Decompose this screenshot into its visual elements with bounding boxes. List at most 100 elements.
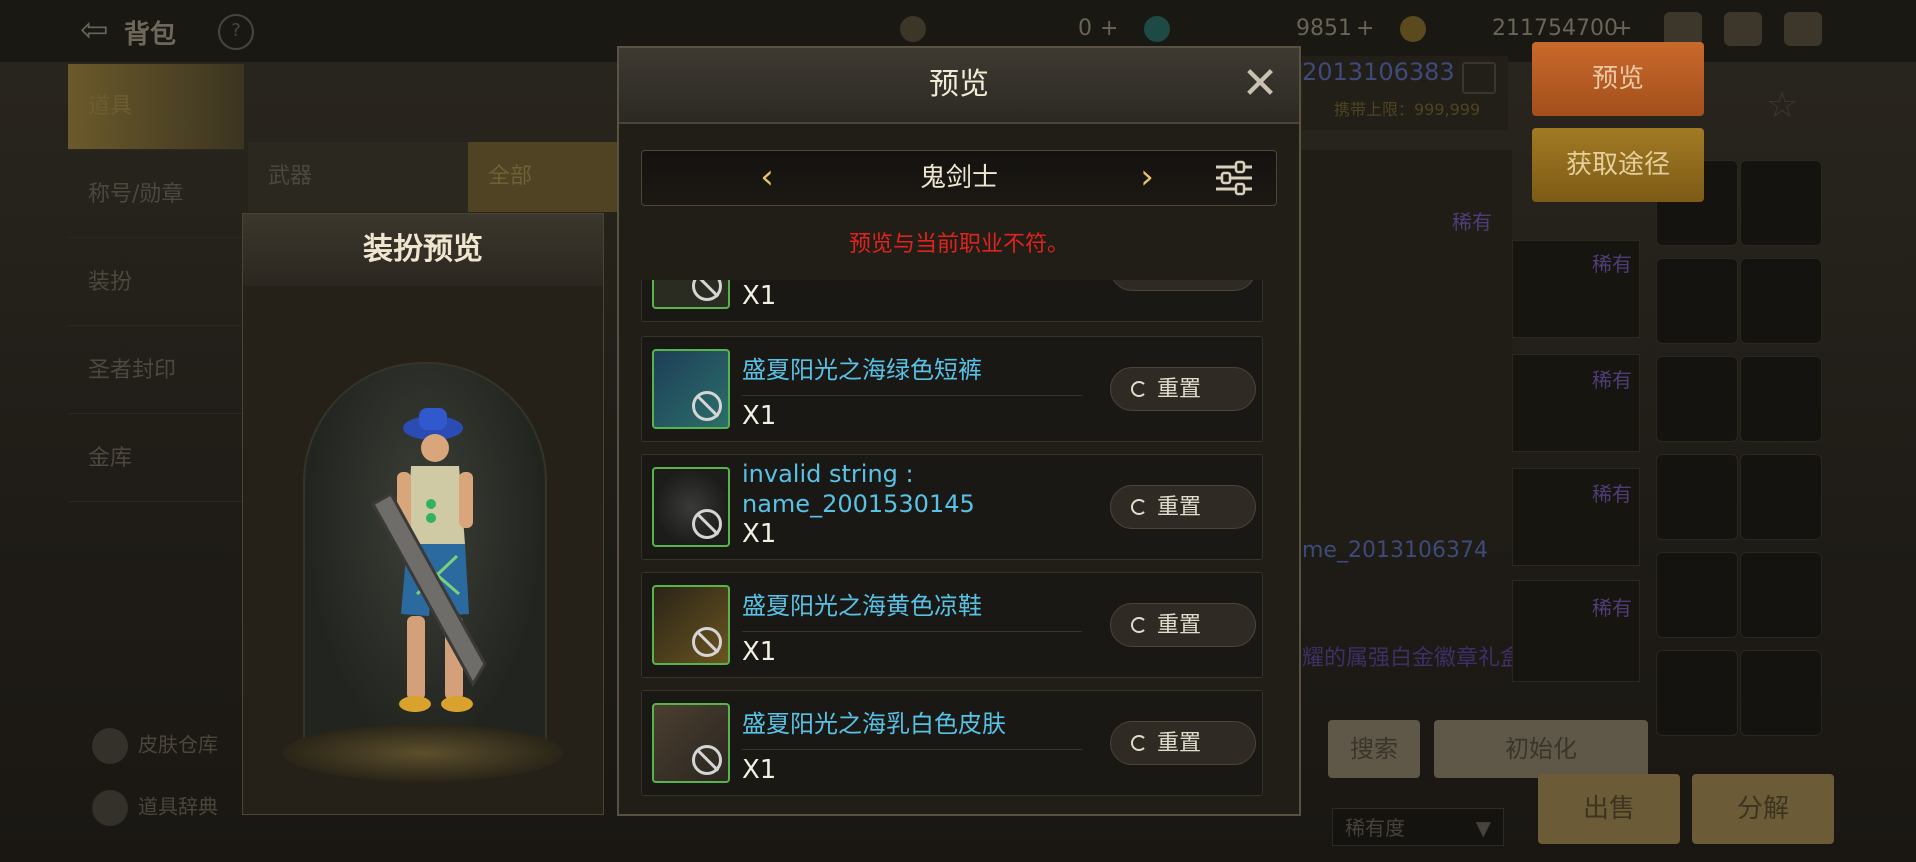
chat-icon[interactable] — [1784, 12, 1822, 46]
skin-storage-label: 皮肤仓库 — [138, 732, 218, 757]
top-item-icon — [652, 280, 730, 309]
nav-item-vault[interactable]: 金库 — [68, 416, 244, 502]
nav-item-seal[interactable]: 圣者封印 — [68, 328, 244, 414]
ghost-item-name: me_2013106374 — [1302, 538, 1488, 563]
close-icon[interactable]: ✕ — [1239, 62, 1281, 106]
item-name: invalid string : name_2001530145 — [742, 460, 975, 518]
item-dictionary-link[interactable]: 道具辞典 — [92, 790, 218, 826]
belt-icon — [652, 467, 730, 547]
tab-all[interactable]: 全部 — [468, 142, 620, 212]
job-name: 鬼剑士 — [919, 163, 998, 193]
inventory-slot[interactable] — [1656, 356, 1738, 442]
list-item: X1 重置 — [641, 280, 1263, 322]
back-arrow-icon[interactable]: ⇦ — [80, 10, 120, 50]
list-item: 盛夏阳光之海绿色短裤 X1 重置 — [641, 336, 1263, 442]
chevron-right-icon[interactable]: › — [1132, 157, 1162, 197]
item-divider — [742, 395, 1082, 396]
shorts-icon — [652, 349, 730, 429]
help-icon[interactable]: ? — [218, 14, 254, 50]
rare-label: 稀有 — [1592, 368, 1632, 392]
prohibited-icon — [692, 627, 722, 657]
item-dictionary-icon — [92, 790, 128, 826]
reset-button[interactable]: 重置 — [1110, 485, 1256, 529]
rare-label: 稀有 — [1452, 210, 1492, 234]
search-button[interactable]: 搜索 — [1328, 720, 1420, 778]
currency-a-add-icon[interactable]: + — [1100, 16, 1118, 41]
preview-dialog: 预览 ✕ ‹ 鬼剑士 › 预览与当前职业不符。 X1 重置 盛夏阳光之海绿色短裤… — [617, 46, 1301, 816]
reset-icon — [1131, 617, 1147, 633]
rare-label: 稀有 — [1592, 252, 1632, 276]
inventory-title: 背包 — [124, 20, 177, 50]
favorite-star-icon[interactable]: ☆ — [1766, 88, 1802, 124]
inventory-slot[interactable] — [1740, 552, 1822, 638]
currency-c-value: 211754700 — [1492, 16, 1618, 41]
nav-item-titles[interactable]: 称号/勋章 — [68, 152, 244, 238]
prohibited-icon — [692, 280, 722, 301]
item-count: X1 — [742, 281, 777, 311]
reset-label: 重置 — [1157, 731, 1202, 756]
initialize-button[interactable]: 初始化 — [1434, 720, 1648, 778]
inventory-slot[interactable] — [1740, 356, 1822, 442]
currency-a-value: 0 — [1078, 16, 1092, 41]
prohibited-icon — [692, 509, 722, 539]
preview-item-list[interactable]: X1 重置 盛夏阳光之海绿色短裤 X1 重置 invalid string : … — [641, 280, 1275, 798]
dialog-title: 预览 — [929, 67, 989, 102]
list-item: 盛夏阳光之海乳白色皮肤 X1 重置 — [641, 690, 1263, 796]
left-nav: 道具 称号/勋章 装扮 圣者封印 金库 — [68, 64, 244, 824]
category-tabs: 武器 全部 — [248, 142, 620, 212]
reset-label: 重置 — [1157, 280, 1201, 282]
inventory-slot[interactable] — [1656, 650, 1738, 736]
decompose-button[interactable]: 分解 — [1692, 774, 1834, 844]
nav-item-props[interactable]: 道具 — [68, 64, 244, 150]
item-divider — [742, 631, 1082, 632]
tab-weapon[interactable]: 武器 — [248, 142, 468, 212]
nav-item-costume[interactable]: 装扮 — [68, 240, 244, 326]
item-name: 盛夏阳光之海乳白色皮肤 — [742, 710, 1006, 738]
ghost-item-purple: 耀的属强白金徽章礼盒 — [1302, 646, 1523, 671]
item-divider — [742, 749, 1082, 750]
item-name: 盛夏阳光之海黄色凉鞋 — [742, 592, 982, 620]
reset-button[interactable]: 重置 — [1110, 721, 1256, 765]
item-count: X1 — [742, 755, 777, 785]
rare-label: 稀有 — [1592, 596, 1632, 620]
item-id-text: 2013106383 — [1302, 58, 1455, 86]
prohibited-icon — [692, 745, 722, 775]
shop-icon[interactable] — [1664, 12, 1702, 46]
reset-button[interactable]: 重置 — [1110, 367, 1256, 411]
rarity-select[interactable]: 稀有度 ▼ — [1332, 808, 1504, 846]
inventory-slot[interactable] — [1740, 258, 1822, 344]
carry-limit-text: 携带上限：999,999 — [1334, 100, 1481, 119]
list-item: invalid string : name_2001530145 X1 重置 — [641, 454, 1263, 560]
chevron-left-icon[interactable]: ‹ — [752, 157, 782, 197]
currency-c-add-icon[interactable]: + — [1614, 16, 1632, 41]
inventory-slot[interactable] — [1656, 552, 1738, 638]
reset-icon — [1131, 499, 1147, 515]
item-count: X1 — [742, 401, 777, 431]
preview-button[interactable]: 预览 — [1532, 42, 1704, 116]
currency-b-add-icon[interactable]: + — [1356, 16, 1374, 41]
obtain-source-button[interactable]: 获取途径 — [1532, 128, 1704, 202]
skin-storage-link[interactable]: 皮肤仓库 — [92, 728, 218, 764]
share-icon[interactable] — [1462, 62, 1496, 94]
rare-label: 稀有 — [1592, 482, 1632, 506]
reset-label: 重置 — [1157, 495, 1202, 520]
reset-button[interactable]: 重置 — [1110, 603, 1256, 647]
item-count: X1 — [742, 637, 777, 667]
inventory-slot[interactable] — [1740, 160, 1822, 246]
sell-button[interactable]: 出售 — [1538, 774, 1680, 844]
reset-icon — [1131, 381, 1147, 397]
mail-icon[interactable] — [1724, 12, 1762, 46]
inventory-slot[interactable] — [1656, 454, 1738, 540]
filter-settings-icon[interactable] — [1214, 159, 1254, 197]
inventory-slot[interactable] — [1656, 258, 1738, 344]
costume-preview-panel: 装扮预览 — [242, 213, 604, 815]
inventory-slot[interactable] — [1740, 650, 1822, 736]
item-name: 盛夏阳光之海绿色短裤 — [742, 356, 982, 384]
job-selector: ‹ 鬼剑士 › — [641, 150, 1277, 206]
reset-button[interactable]: 重置 — [1110, 280, 1256, 291]
reset-label: 重置 — [1157, 613, 1202, 638]
sandals-icon — [652, 585, 730, 665]
item-count: X1 — [742, 519, 777, 549]
gem-currency-icon — [1144, 16, 1170, 42]
inventory-slot[interactable] — [1740, 454, 1822, 540]
